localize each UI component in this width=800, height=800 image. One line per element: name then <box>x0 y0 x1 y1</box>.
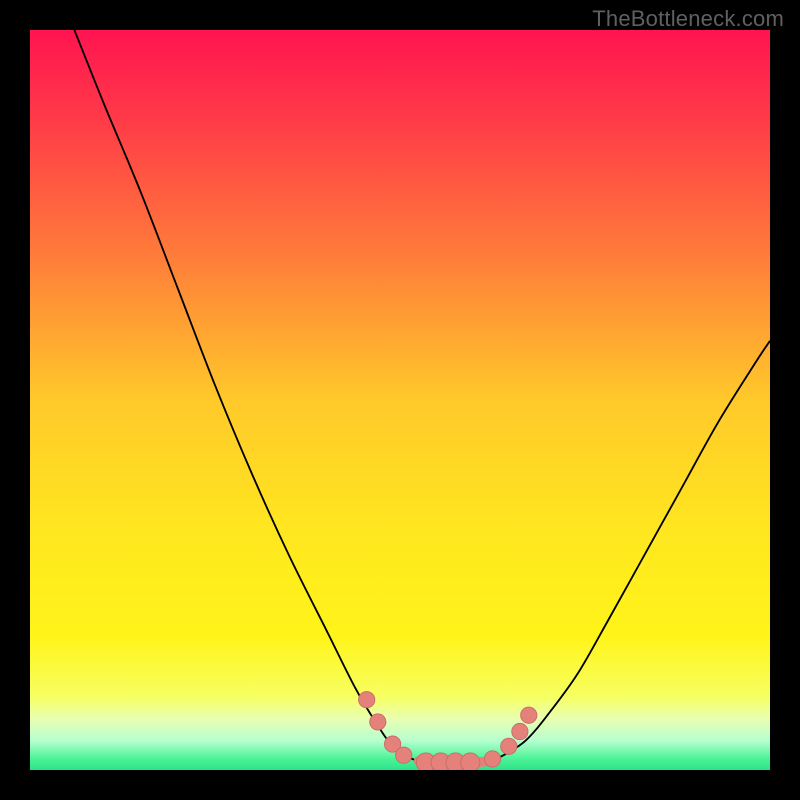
right-curve <box>489 341 770 761</box>
data-marker <box>501 738 517 754</box>
plot-area <box>30 30 770 770</box>
left-curve <box>74 30 418 761</box>
chart-frame: TheBottleneck.com <box>0 0 800 800</box>
marker-group <box>359 692 537 770</box>
chart-svg <box>30 30 770 770</box>
data-marker <box>370 714 386 730</box>
data-marker <box>512 723 528 739</box>
data-marker <box>484 751 500 767</box>
data-marker <box>396 747 412 763</box>
data-marker <box>521 707 537 723</box>
data-marker <box>461 753 480 770</box>
watermark-text: TheBottleneck.com <box>592 6 784 32</box>
data-marker <box>359 692 375 708</box>
